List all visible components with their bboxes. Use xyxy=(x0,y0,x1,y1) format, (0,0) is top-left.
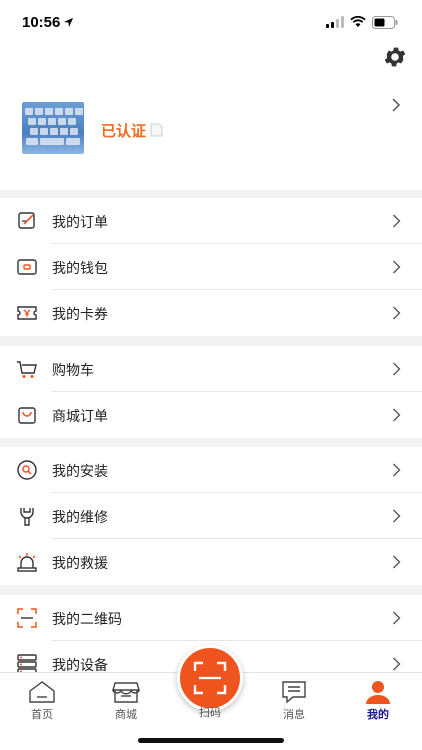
chevron-right-icon xyxy=(393,509,401,523)
battery-icon xyxy=(372,15,398,29)
time-text: 10:56 xyxy=(22,13,61,31)
wallet-icon xyxy=(17,259,37,275)
status-time: 10:56 xyxy=(22,14,74,31)
tab-store[interactable]: 商城 xyxy=(84,673,168,729)
tab-mine[interactable]: 我的 xyxy=(336,673,420,729)
chevron-right-icon xyxy=(393,463,401,477)
chevron-right-icon xyxy=(393,657,401,671)
chevron-right-icon xyxy=(393,408,401,422)
tab-label: 首页 xyxy=(31,708,53,721)
menu-item-label: 我的卡券 xyxy=(52,307,108,323)
document-icon xyxy=(150,123,163,137)
chevron-right-icon[interactable] xyxy=(390,98,402,112)
chevron-right-icon xyxy=(393,260,401,274)
menu-item-my-repairs[interactable]: 我的维修 xyxy=(0,493,422,539)
menu-item-my-coupons[interactable]: 我的卡券 xyxy=(0,290,422,336)
order-edit-icon xyxy=(18,212,35,229)
tab-home[interactable]: 首页 xyxy=(0,673,84,729)
home-icon xyxy=(29,681,55,703)
chevron-right-icon xyxy=(393,611,401,625)
menu-item-label: 我的二维码 xyxy=(52,612,122,628)
menu-item-label: 我的救援 xyxy=(52,556,108,572)
home-indicator xyxy=(138,738,284,743)
store-icon xyxy=(112,682,140,703)
menu-section-services: 我的安装 我的维修 我的救援 xyxy=(0,447,422,585)
wifi-icon xyxy=(350,16,366,27)
menu-section-orders: 我的订单 我的钱包 我的卡券 xyxy=(0,198,422,336)
menu-item-mall-orders[interactable]: 商城订单 xyxy=(0,392,422,438)
menu-item-my-rescue[interactable]: 我的救援 xyxy=(0,539,422,585)
message-icon xyxy=(282,681,306,704)
chevron-right-icon xyxy=(393,214,401,228)
menu-item-my-installs[interactable]: 我的安装 xyxy=(0,447,422,493)
qr-frame-icon xyxy=(17,608,37,628)
wrench-icon xyxy=(20,508,34,526)
verified-status: 已认证 xyxy=(101,122,147,140)
user-icon xyxy=(366,681,390,704)
tab-label: 商城 xyxy=(115,708,137,721)
tab-label: 我的 xyxy=(367,708,389,721)
cart-icon xyxy=(17,361,37,378)
chevron-right-icon xyxy=(393,306,401,320)
menu-item-label: 商城订单 xyxy=(52,409,108,425)
status-bar: 10:56 xyxy=(0,0,422,44)
menu-item-label: 我的维修 xyxy=(52,510,108,526)
menu-item-cart[interactable]: 购物车 xyxy=(0,346,422,392)
scan-button[interactable] xyxy=(177,645,243,711)
location-arrow-icon xyxy=(64,17,74,27)
menu-item-label: 购物车 xyxy=(52,363,94,379)
scan-icon xyxy=(193,661,227,695)
menu-item-my-wallet[interactable]: 我的钱包 xyxy=(0,244,422,290)
tab-label: 消息 xyxy=(283,708,305,721)
signal-icon xyxy=(326,16,344,28)
menu-item-label: 我的安装 xyxy=(52,464,108,480)
coupon-icon xyxy=(17,306,37,320)
rescue-siren-icon xyxy=(17,553,37,572)
tab-messages[interactable]: 消息 xyxy=(252,673,336,729)
shopping-bag-icon xyxy=(18,407,36,424)
menu-item-label: 我的订单 xyxy=(52,215,108,231)
profile-header[interactable]: 已认证 xyxy=(0,44,422,190)
chevron-right-icon xyxy=(393,555,401,569)
avatar[interactable] xyxy=(22,102,84,154)
tab-label-scan[interactable]: 扫码 xyxy=(177,704,243,720)
menu-item-label: 我的钱包 xyxy=(52,261,108,277)
menu-section-shopping: 购物车 商城订单 xyxy=(0,346,422,438)
menu-item-my-orders[interactable]: 我的订单 xyxy=(0,198,422,244)
chevron-right-icon xyxy=(393,362,401,376)
install-icon xyxy=(17,460,37,480)
settings-gear-icon[interactable] xyxy=(382,44,408,70)
menu-item-my-qrcode[interactable]: 我的二维码 xyxy=(0,595,422,641)
